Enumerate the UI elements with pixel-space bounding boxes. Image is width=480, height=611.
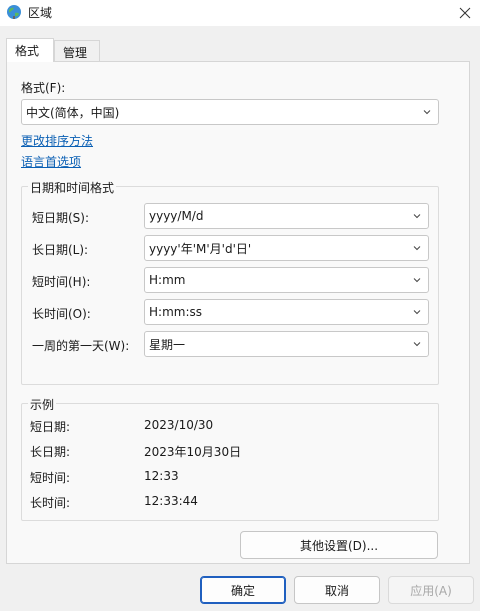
- format-label: 格式(F):: [21, 81, 66, 95]
- tab-manage[interactable]: 管理: [54, 40, 100, 62]
- group-title: 示例: [28, 396, 57, 413]
- first-day-label: 一周的第一天(W):: [32, 339, 130, 353]
- datetime-format-group: 日期和时间格式 短日期(S): yyyy/M/d 长日期(L): yyyy'年'…: [21, 179, 439, 385]
- example-group: 示例 短日期: 2023/10/30 长日期: 2023年10月30日 短时间:…: [21, 396, 439, 521]
- example-short-time-label: 短时间:: [30, 471, 71, 485]
- language-preferences-link[interactable]: 语言首选项: [21, 153, 81, 170]
- cancel-button[interactable]: 取消: [294, 576, 380, 604]
- first-day-dropdown[interactable]: 星期一: [144, 331, 429, 357]
- group-title: 日期和时间格式: [28, 179, 117, 196]
- close-icon: [459, 7, 471, 19]
- chevron-down-icon: [413, 278, 421, 283]
- chevron-down-icon: [413, 214, 421, 219]
- long-time-label: 长时间(O):: [32, 307, 91, 321]
- example-long-date-label: 长日期:: [30, 445, 71, 459]
- short-date-value: yyyy/M/d: [149, 209, 204, 223]
- short-time-value: H:mm: [149, 273, 186, 287]
- format-value: 中文(简体，中国): [26, 105, 120, 120]
- window-title: 区域: [28, 6, 53, 20]
- example-short-date-value: 2023/10/30: [144, 418, 214, 432]
- long-date-value: yyyy'年'M'月'd'日': [149, 241, 252, 256]
- example-long-date-value: 2023年10月30日: [144, 445, 242, 459]
- apply-button[interactable]: 应用(A): [388, 576, 474, 604]
- chevron-down-icon: [413, 310, 421, 315]
- other-settings-button[interactable]: 其他设置(D)...: [240, 531, 438, 559]
- long-time-value: H:mm:ss: [149, 305, 202, 319]
- long-date-label: 长日期(L):: [32, 243, 89, 257]
- long-time-dropdown[interactable]: H:mm:ss: [144, 299, 429, 325]
- tab-format[interactable]: 格式: [6, 38, 54, 62]
- short-date-dropdown[interactable]: yyyy/M/d: [144, 203, 429, 229]
- chevron-down-icon: [423, 110, 431, 115]
- format-dropdown[interactable]: 中文(简体，中国): [21, 99, 439, 125]
- format-panel: 格式(F): 中文(简体，中国) 更改排序方法 语言首选项 日期和时间格式 短日…: [6, 61, 470, 564]
- long-date-dropdown[interactable]: yyyy'年'M'月'd'日': [144, 235, 429, 261]
- short-time-label: 短时间(H):: [32, 275, 91, 289]
- ok-button[interactable]: 确定: [200, 576, 286, 604]
- title-bar: 区域: [0, 0, 480, 26]
- chevron-down-icon: [413, 246, 421, 251]
- chevron-down-icon: [413, 342, 421, 347]
- first-day-value: 星期一: [149, 337, 186, 352]
- example-short-time-value: 12:33: [144, 469, 179, 483]
- close-button[interactable]: [450, 0, 480, 26]
- short-time-dropdown[interactable]: H:mm: [144, 267, 429, 293]
- example-long-time-label: 长时间:: [30, 496, 71, 510]
- change-sort-link[interactable]: 更改排序方法: [21, 132, 93, 149]
- short-date-label: 短日期(S):: [32, 211, 90, 225]
- example-long-time-value: 12:33:44: [144, 494, 198, 508]
- globe-icon: [7, 5, 21, 19]
- example-short-date-label: 短日期:: [30, 420, 71, 434]
